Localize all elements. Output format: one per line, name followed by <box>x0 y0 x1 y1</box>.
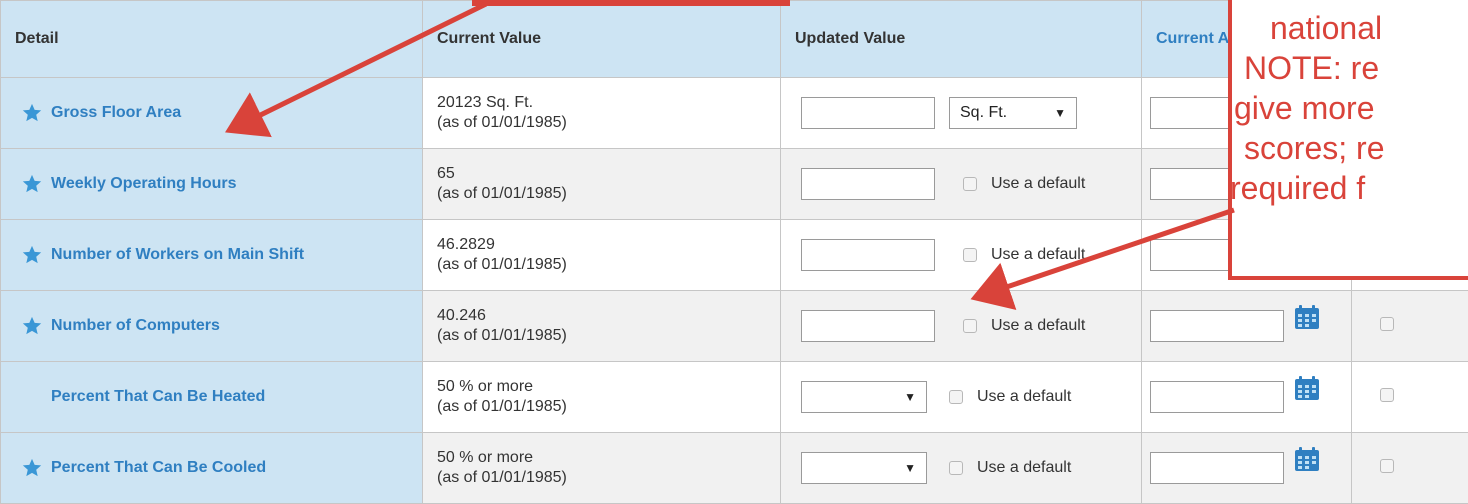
annotation-arrows <box>0 0 1468 502</box>
annotation-arrow-gross-floor-area <box>234 4 486 128</box>
annotation-arrow-use-default <box>980 210 1234 296</box>
